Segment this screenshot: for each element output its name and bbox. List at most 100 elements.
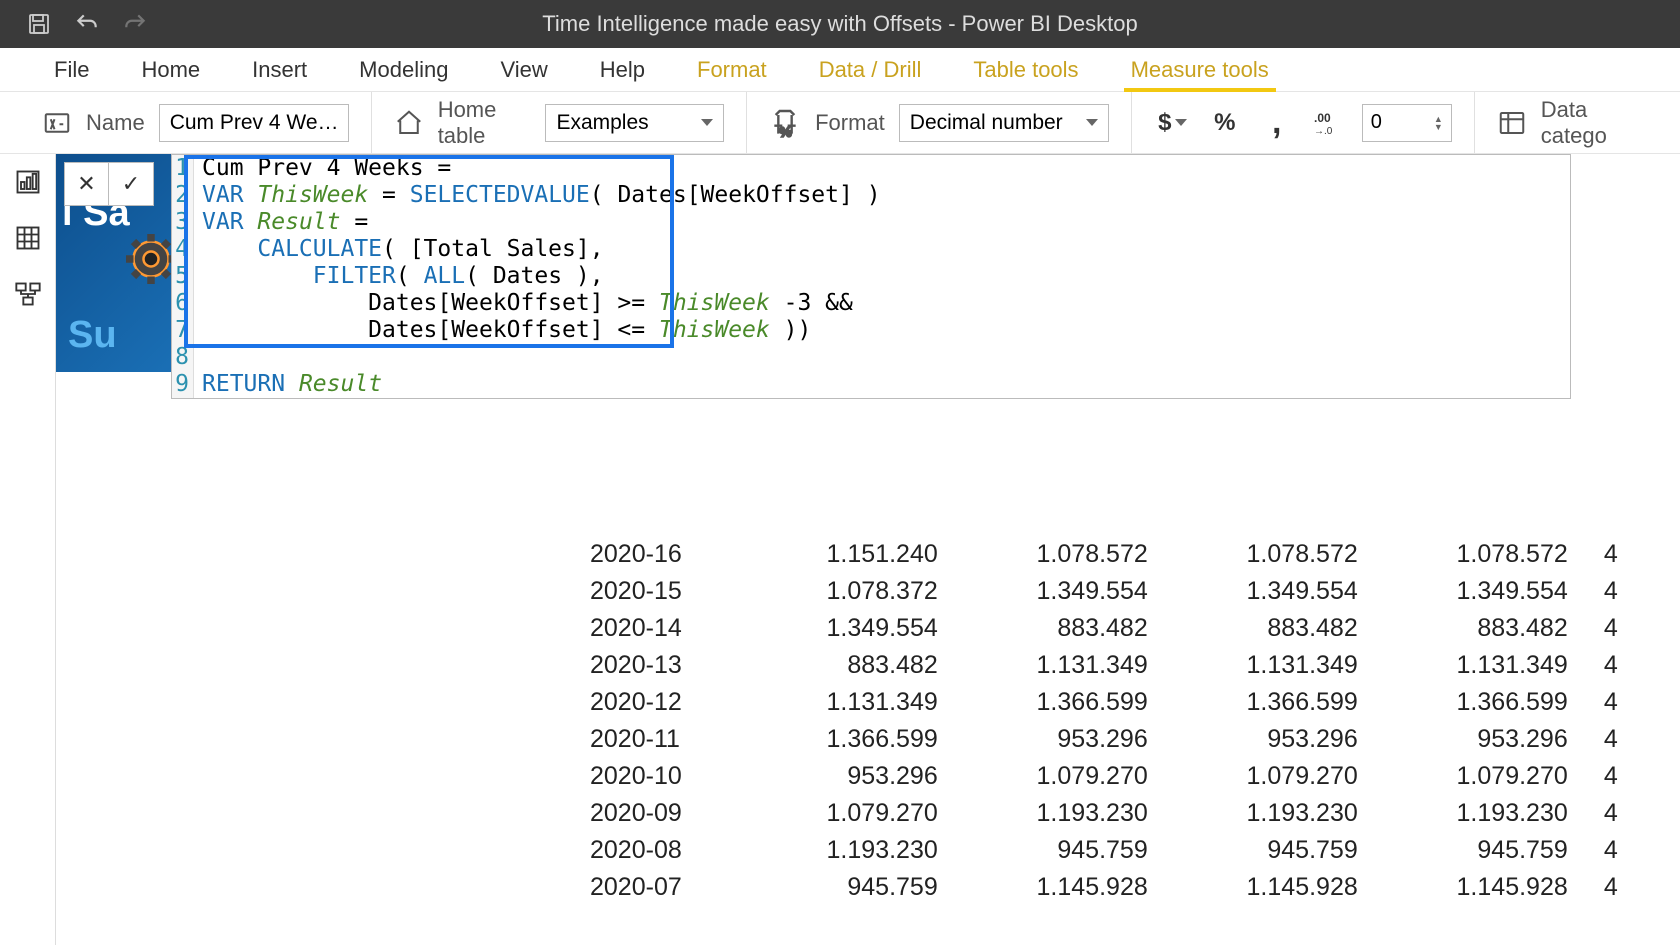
table-cell: 945.759 (1362, 832, 1572, 869)
table-cell: 4 (1572, 536, 1622, 573)
table-cell: 2020-16 (586, 536, 732, 573)
table-row[interactable]: 2020-10953.2961.079.2701.079.2701.079.27… (586, 758, 1622, 795)
table-cell: 1.078.572 (1152, 536, 1362, 573)
table-cell: 1.145.928 (1152, 869, 1362, 906)
editor-line[interactable]: 8 (172, 344, 1570, 371)
table-row[interactable]: 2020-151.078.3721.349.5541.349.5541.349.… (586, 573, 1622, 610)
report-view-button[interactable] (0, 154, 55, 210)
model-view-button[interactable] (0, 266, 55, 322)
tab-tabletools[interactable]: Table tools (947, 48, 1104, 91)
name-label: Name (86, 110, 145, 136)
editor-line[interactable]: 2VAR ThisWeek = SELECTEDVALUE( Dates[Wee… (172, 182, 1570, 209)
tab-insert[interactable]: Insert (226, 48, 333, 91)
editor-line[interactable]: 9RETURN Result (172, 371, 1570, 398)
table-cell: 1.131.349 (732, 684, 942, 721)
table-cell: 1.079.270 (1362, 758, 1572, 795)
code-text[interactable]: FILTER( ALL( Dates ), (194, 263, 604, 290)
line-number: 5 (172, 263, 194, 290)
code-text[interactable]: VAR ThisWeek = SELECTEDVALUE( Dates[Week… (194, 182, 881, 209)
tab-measuretools[interactable]: Measure tools (1105, 48, 1295, 91)
table-cell: 1.193.230 (1362, 795, 1572, 832)
ribbon-group-hometable: Home table Examples (372, 92, 747, 153)
result-table[interactable]: 2020-161.151.2401.078.5721.078.5721.078.… (586, 536, 1622, 906)
percent-button[interactable]: % (1206, 104, 1244, 142)
table-row[interactable]: 2020-07945.7591.145.9281.145.9281.145.92… (586, 869, 1622, 906)
redo-icon[interactable] (121, 10, 149, 38)
code-text[interactable]: RETURN Result (194, 371, 382, 398)
editor-line[interactable]: 4 CALCULATE( [Total Sales], (172, 236, 1570, 263)
home-table-icon (394, 108, 424, 138)
table-cell: 4 (1572, 610, 1622, 647)
tab-format[interactable]: Format (671, 48, 793, 91)
editor-line[interactable]: 5 FILTER( ALL( Dates ), (172, 263, 1570, 290)
table-cell: 2020-11 (586, 721, 732, 758)
table-cell: 4 (1572, 684, 1622, 721)
code-text[interactable]: VAR Result = (194, 209, 368, 236)
table-row[interactable]: 2020-081.193.230945.759945.759945.7594 (586, 832, 1622, 869)
table-row[interactable]: 2020-091.079.2701.193.2301.193.2301.193.… (586, 795, 1622, 832)
table-cell: 883.482 (1362, 610, 1572, 647)
code-text[interactable]: Dates[WeekOffset] <= ThisWeek )) (194, 317, 811, 344)
table-cell: 945.759 (732, 869, 942, 906)
table-row[interactable]: 2020-161.151.2401.078.5721.078.5721.078.… (586, 536, 1622, 573)
code-text[interactable]: Cum Prev 4 Weeks = (194, 155, 451, 182)
table-cell: 1.078.572 (1362, 536, 1572, 573)
table-cell: 4 (1572, 647, 1622, 684)
code-text[interactable]: CALCULATE( [Total Sales], (194, 236, 604, 263)
table-cell: 1.131.349 (1362, 647, 1572, 684)
window-title: Time Intelligence made easy with Offsets… (542, 11, 1137, 37)
data-category-icon (1497, 108, 1527, 138)
data-view-button[interactable] (0, 210, 55, 266)
decimal-shift-button[interactable]: .00→.0 (1310, 104, 1348, 142)
datacat-label: Data catego (1541, 97, 1638, 149)
thousands-button[interactable]: , (1258, 104, 1296, 142)
table-row[interactable]: 2020-121.131.3491.366.5991.366.5991.366.… (586, 684, 1622, 721)
commit-formula-button[interactable]: ✓ (109, 163, 153, 205)
table-cell: 1.366.599 (732, 721, 942, 758)
table-cell: 1.366.599 (1362, 684, 1572, 721)
editor-line[interactable]: 3VAR Result = (172, 209, 1570, 236)
chevron-down-icon (701, 119, 713, 126)
table-cell: 2020-10 (586, 758, 732, 795)
table-cell: 1.078.572 (942, 536, 1152, 573)
cancel-formula-button[interactable]: ✕ (65, 163, 109, 205)
code-text[interactable] (194, 344, 202, 371)
report-canvas[interactable]: l Sa Su ✕ ✓ 1Cum Prev 4 Weeks =2VAR This… (56, 154, 1680, 945)
undo-icon[interactable] (73, 10, 101, 38)
table-row[interactable]: 2020-111.366.599953.296953.296953.2964 (586, 721, 1622, 758)
decimals-spinner[interactable]: 0 ▲▼ (1362, 104, 1452, 142)
line-number: 1 (172, 155, 194, 182)
table-cell: 953.296 (732, 758, 942, 795)
table-cell: 953.296 (1152, 721, 1362, 758)
hometable-select[interactable]: Examples (545, 104, 724, 142)
spinner-arrows-icon[interactable]: ▲▼ (1434, 115, 1443, 131)
tab-home[interactable]: Home (115, 48, 226, 91)
table-cell: 1.366.599 (942, 684, 1152, 721)
table-cell: 953.296 (942, 721, 1152, 758)
save-icon[interactable] (25, 10, 53, 38)
tab-view[interactable]: View (474, 48, 573, 91)
table-cell: 1.079.270 (732, 795, 942, 832)
ribbon-group-format: % Format Decimal number (747, 92, 1132, 153)
currency-button[interactable]: $ (1154, 104, 1192, 142)
format-select[interactable]: Decimal number (899, 104, 1109, 142)
measure-name-input[interactable] (159, 104, 349, 142)
table-cell: 4 (1572, 573, 1622, 610)
table-cell: 1.349.554 (1362, 573, 1572, 610)
tab-file[interactable]: File (28, 48, 115, 91)
table-cell: 2020-15 (586, 573, 732, 610)
code-text[interactable]: Dates[WeekOffset] >= ThisWeek -3 && (194, 290, 853, 317)
line-number: 9 (172, 371, 194, 398)
tab-help[interactable]: Help (574, 48, 671, 91)
editor-line[interactable]: 1Cum Prev 4 Weeks = (172, 155, 1570, 182)
dax-editor[interactable]: 1Cum Prev 4 Weeks =2VAR ThisWeek = SELEC… (171, 154, 1571, 399)
table-cell: 883.482 (732, 647, 942, 684)
editor-line[interactable]: 7 Dates[WeekOffset] <= ThisWeek )) (172, 317, 1570, 344)
table-row[interactable]: 2020-13883.4821.131.3491.131.3491.131.34… (586, 647, 1622, 684)
table-cell: 2020-14 (586, 610, 732, 647)
table-row[interactable]: 2020-141.349.554883.482883.482883.4824 (586, 610, 1622, 647)
tab-datadrill[interactable]: Data / Drill (793, 48, 948, 91)
gear-icon (121, 229, 171, 289)
editor-line[interactable]: 6 Dates[WeekOffset] >= ThisWeek -3 && (172, 290, 1570, 317)
tab-modeling[interactable]: Modeling (333, 48, 474, 91)
